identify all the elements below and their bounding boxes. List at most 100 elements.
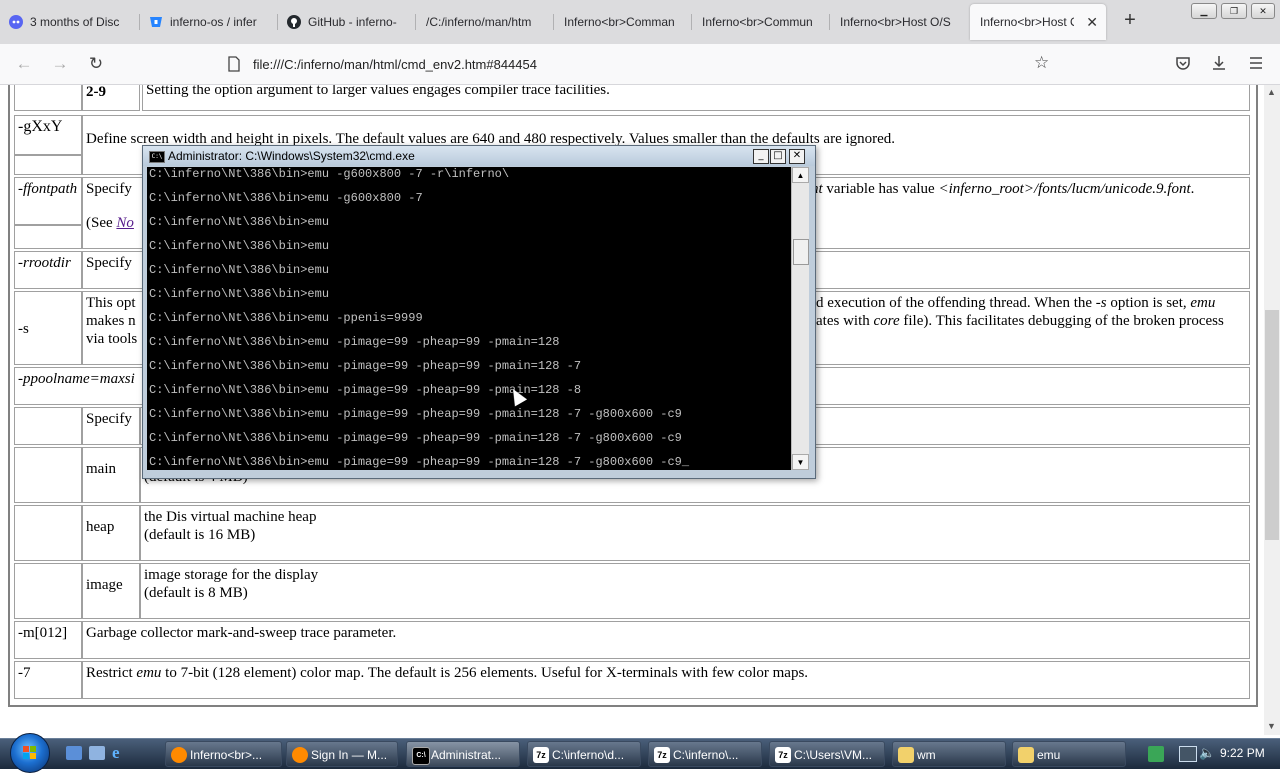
- cmd-scrollbar-thumb[interactable]: [793, 239, 809, 265]
- console-line: C:\inferno\Nt\386\bin>emu -pimage=99 -ph…: [149, 407, 682, 421]
- console-line: C:\inferno\Nt\386\bin>emu -pimage=99 -ph…: [149, 431, 682, 445]
- tab-label: Inferno<br>Comman: [564, 15, 675, 29]
- flag-rrootdir: -rrootdir: [14, 251, 82, 289]
- row-m012-description: Garbage collector mark-and-sweep trace p…: [82, 621, 1250, 659]
- scroll-down-arrow-icon[interactable]: ▼: [792, 454, 809, 470]
- new-tab-button[interactable]: +: [1120, 8, 1140, 32]
- tray-app-icon[interactable]: [1148, 746, 1164, 762]
- table-cell: [14, 225, 82, 249]
- switch-windows-icon[interactable]: [89, 746, 105, 760]
- tab-inferno-host-os[interactable]: Inferno<br>Host O/S: [830, 4, 968, 40]
- see-link[interactable]: No: [116, 215, 134, 231]
- show-desktop-icon[interactable]: [66, 746, 82, 760]
- pool-heap-description: the Dis virtual machine heap (default is …: [140, 505, 1250, 561]
- flag-m012: -m[012]: [14, 621, 82, 659]
- cmd-window[interactable]: C:\ Administrator: C:\Windows\System32\c…: [142, 145, 816, 479]
- cmd-maximize-button[interactable]: □: [770, 149, 786, 164]
- taskbar-button-firefox-inferno[interactable]: Inferno<br>...: [165, 741, 282, 767]
- table-cell: [14, 505, 82, 561]
- console-line: C:\inferno\Nt\386\bin>emu -pimage=99 -ph…: [149, 335, 560, 349]
- row-7-description: Restrict emu to 7-bit (128 element) colo…: [82, 661, 1250, 699]
- forward-arrow-icon[interactable]: →: [50, 54, 70, 74]
- cmd-icon: C:\: [412, 747, 430, 765]
- text-fragment: .: [1190, 181, 1195, 197]
- taskbar-button-7zip-1[interactable]: 7z C:\inferno\d...: [527, 741, 641, 767]
- taskbar-button-7zip-3[interactable]: 7z C:\Users\VM...: [769, 741, 885, 767]
- tab-label: Inferno<br>Host O: [980, 15, 1074, 29]
- text-line: the Dis virtual machine heap: [144, 509, 317, 525]
- taskbar-button-label: wm: [917, 748, 936, 762]
- internet-explorer-icon[interactable]: e: [112, 744, 128, 761]
- text-fragment: via tools: [86, 331, 138, 347]
- scroll-up-arrow-icon[interactable]: ▲: [792, 167, 809, 183]
- bookmark-star-icon[interactable]: ☆: [1034, 53, 1049, 73]
- console-line: C:\inferno\Nt\386\bin>emu -pimage=99 -ph…: [149, 455, 690, 469]
- tab-man-html[interactable]: /C:/inferno/man/htm: [416, 4, 554, 40]
- back-arrow-icon[interactable]: ←: [14, 54, 34, 74]
- flag-7: -7: [14, 661, 82, 699]
- page-scrollbar-thumb[interactable]: [1265, 310, 1279, 540]
- cmd-title-bar[interactable]: C:\ Administrator: C:\Windows\System32\c…: [143, 146, 815, 166]
- taskbar-button-label: emu: [1037, 748, 1061, 762]
- volume-icon[interactable]: 🔈: [1199, 745, 1215, 761]
- pocket-icon[interactable]: [1175, 55, 1191, 76]
- taskbar-button-folder-emu[interactable]: emu: [1012, 741, 1126, 767]
- taskbar-button-folder-wm[interactable]: wm: [892, 741, 1006, 767]
- discord-icon: [8, 14, 24, 30]
- text-fragment: option is set,: [1106, 295, 1191, 311]
- firefox-icon: [171, 747, 187, 763]
- text-fragment: emu: [1190, 295, 1216, 311]
- taskbar-button-label: C:\Users\VM...: [794, 748, 873, 762]
- cmd-scrollbar[interactable]: ▲ ▼: [791, 167, 809, 470]
- taskbar-button-label: C:\inferno\d...: [552, 748, 625, 762]
- tab-inferno-community[interactable]: Inferno<br>Commun: [692, 4, 830, 40]
- text-fragment: d execution of the offending thread. Whe…: [816, 295, 1096, 311]
- menu-icon[interactable]: [1248, 55, 1264, 76]
- scroll-down-arrow-icon[interactable]: ▼: [1267, 721, 1276, 731]
- see-prefix: (See: [86, 215, 117, 231]
- taskbar-button-7zip-2[interactable]: 7z C:\inferno\...: [648, 741, 762, 767]
- windows-logo-icon: [23, 746, 36, 759]
- text-fragment: ates with: [816, 313, 874, 329]
- console-line: C:\inferno\Nt\386\bin>emu -ppenis=9999: [149, 311, 423, 325]
- close-window-button[interactable]: ✕: [1251, 3, 1275, 19]
- cmd-console[interactable]: C:\inferno\Nt\386\bin>emu -g600x800 -7 -…: [147, 167, 791, 470]
- tab-bitbucket[interactable]: inferno-os / infer: [140, 4, 278, 40]
- tab-label: GitHub - inferno-: [308, 15, 397, 29]
- row-ffontpath-text: Specify: [86, 181, 132, 197]
- text-line: image storage for the display: [144, 567, 319, 583]
- cmd-minimize-button[interactable]: _: [753, 149, 769, 164]
- console-line: C:\inferno\Nt\386\bin>emu: [149, 263, 330, 277]
- scroll-up-arrow-icon[interactable]: ▲: [1267, 87, 1276, 97]
- tab-discord[interactable]: 3 months of Disc: [0, 4, 140, 40]
- text-fragment: variable has value: [822, 181, 939, 197]
- clock[interactable]: 9:22 PM: [1220, 739, 1265, 767]
- taskbar: e Inferno<br>... Sign In — M... C:\ Admin…: [0, 733, 1280, 773]
- start-button[interactable]: [10, 733, 50, 773]
- 7zip-icon: 7z: [654, 747, 670, 763]
- table-cell: [14, 563, 82, 619]
- cmd-close-button[interactable]: ✕: [789, 149, 805, 164]
- download-icon[interactable]: [1211, 54, 1227, 77]
- console-line: C:\inferno\Nt\386\bin>emu: [149, 215, 330, 229]
- text-fragment: -s: [1095, 295, 1107, 311]
- taskbar-button-firefox-signin[interactable]: Sign In — M...: [286, 741, 398, 767]
- reload-icon[interactable]: ↻: [86, 54, 106, 74]
- text-fragment: to 7-bit (128 element) color map. The de…: [161, 665, 809, 681]
- console-line: C:\inferno\Nt\386\bin>emu -g600x800 -7: [149, 191, 423, 205]
- maximize-button[interactable]: ❐: [1221, 3, 1247, 19]
- taskbar-button-cmd[interactable]: C:\ Administrat...: [406, 741, 520, 767]
- minimize-button[interactable]: ▁: [1191, 3, 1217, 19]
- close-tab-icon[interactable]: ✕: [1086, 14, 1098, 31]
- network-icon[interactable]: [1179, 746, 1197, 762]
- tab-inferno-command[interactable]: Inferno<br>Comman: [554, 4, 692, 40]
- flag-gxxy: -gXxY: [14, 115, 82, 155]
- taskbar-button-label: Inferno<br>...: [190, 748, 263, 762]
- tab-github[interactable]: GitHub - inferno-: [278, 4, 416, 40]
- tab-inferno-host-active[interactable]: Inferno<br>Host O ✕: [970, 4, 1106, 40]
- font-path: <inferno_root>/fonts/lucm/unicode.9.font: [938, 181, 1191, 197]
- console-line: C:\inferno\Nt\386\bin>emu: [149, 239, 330, 253]
- page-info-icon[interactable]: [228, 56, 240, 77]
- table-cell: [14, 85, 82, 111]
- url-bar[interactable]: file:///C:/inferno/man/html/cmd_env2.htm…: [220, 49, 1062, 79]
